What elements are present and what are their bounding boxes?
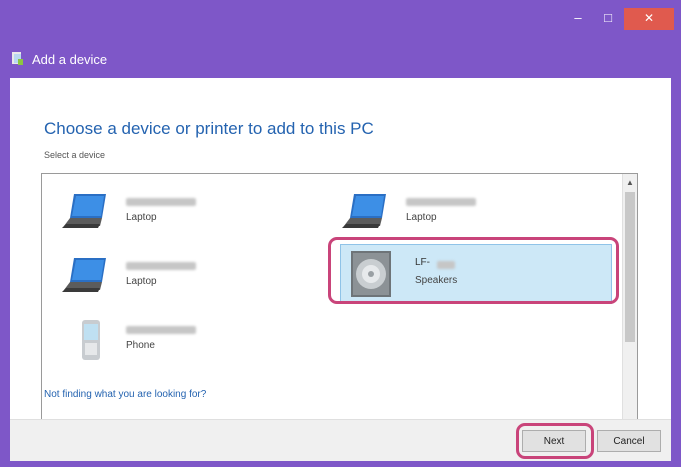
cancel-button[interactable]: Cancel: [597, 430, 661, 452]
page-subtitle: Select a device: [44, 150, 106, 160]
speaker-highlight-annotation: [328, 237, 619, 304]
minimize-button[interactable]: –: [566, 8, 590, 30]
device-name-redacted: [126, 262, 196, 270]
device-type-label: Phone: [126, 340, 155, 351]
device-name-redacted: [126, 326, 196, 334]
device-name-redacted: [406, 198, 476, 206]
device-item-laptop-1[interactable]: Laptop: [52, 182, 322, 242]
add-device-window: Add a device – □ ✕ Choose a device or pr…: [0, 0, 681, 467]
device-item-laptop-2[interactable]: Laptop: [332, 182, 602, 242]
scrollbar-thumb[interactable]: [625, 192, 635, 342]
add-device-app-icon: [12, 52, 23, 65]
device-name-redacted: [126, 198, 196, 206]
laptop-icon: [342, 194, 386, 228]
not-finding-link[interactable]: Not finding what you are looking for?: [44, 389, 206, 400]
window-title: Add a device: [32, 52, 108, 67]
next-button[interactable]: Next: [522, 430, 586, 452]
dialog-footer: Next Cancel: [10, 419, 671, 461]
device-type-label: Laptop: [126, 276, 157, 287]
device-type-label: Laptop: [406, 212, 437, 223]
device-type-label: Laptop: [126, 212, 157, 223]
maximize-button[interactable]: □: [596, 8, 620, 30]
device-item-laptop-3[interactable]: Laptop: [52, 246, 322, 306]
phone-icon: [82, 320, 100, 360]
title-bar[interactable]: Add a device – □ ✕: [0, 0, 681, 78]
device-item-phone[interactable]: Phone: [52, 310, 322, 370]
laptop-icon: [62, 258, 106, 292]
page-title: Choose a device or printer to add to thi…: [44, 119, 374, 138]
close-button[interactable]: ✕: [624, 8, 674, 30]
device-list-scrollbar[interactable]: ▲ ▼: [622, 174, 637, 438]
laptop-icon: [62, 194, 106, 228]
scroll-up-arrow-icon[interactable]: ▲: [623, 176, 637, 190]
